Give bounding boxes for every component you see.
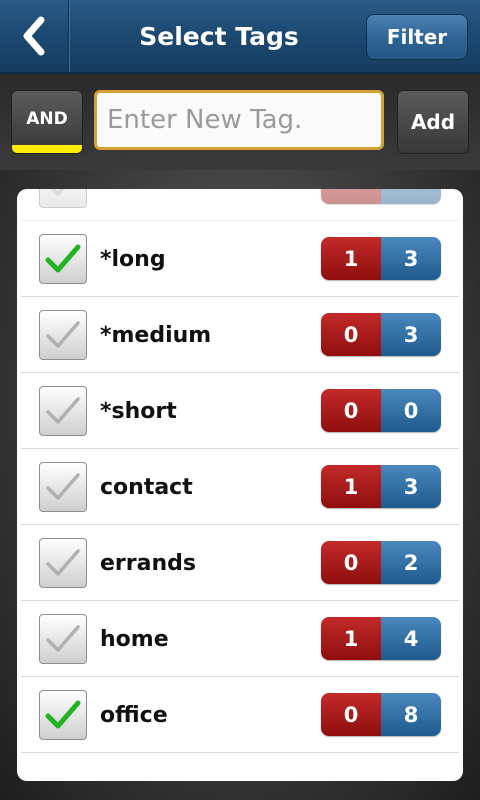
- tag-row[interactable]: [21, 189, 459, 221]
- filter-button[interactable]: Filter: [366, 14, 468, 60]
- tag-count-red: [321, 189, 381, 204]
- tag-count-blue: 3: [381, 465, 441, 508]
- tag-count-badge: 13: [321, 465, 441, 508]
- tag-count-blue: 4: [381, 617, 441, 660]
- checkmark-icon: [46, 473, 80, 500]
- tag-row[interactable]: contact 1 3: [21, 449, 459, 525]
- chevron-left-icon: [23, 16, 45, 56]
- checkmark-icon: [46, 549, 80, 576]
- tag-count-badge: 02: [321, 541, 441, 584]
- tag-row[interactable]: *long 1 3: [21, 221, 459, 297]
- tag-count-red: 0: [321, 693, 381, 736]
- tag-count-blue: 8: [381, 693, 441, 736]
- checkmark-icon: [46, 321, 80, 348]
- tag-count-red: 1: [321, 617, 381, 660]
- tag-count-badge: 08: [321, 693, 441, 736]
- tag-label: *medium: [100, 322, 212, 348]
- add-tag-button[interactable]: Add: [397, 90, 469, 154]
- and-active-indicator: [12, 145, 82, 153]
- checkmark-icon: [46, 397, 80, 424]
- back-button[interactable]: [0, 0, 69, 72]
- tag-label: *long: [100, 246, 166, 272]
- tag-checkbox[interactable]: [39, 462, 87, 512]
- tag-label: errands: [100, 550, 196, 576]
- tag-checkbox[interactable]: [39, 538, 87, 588]
- title-bar: Select Tags Filter: [0, 0, 480, 74]
- tag-row[interactable]: *short 0 0: [21, 373, 459, 449]
- tag-count-red: 1: [321, 237, 381, 280]
- tag-checkbox[interactable]: [39, 189, 87, 208]
- tag-count-blue: 2: [381, 541, 441, 584]
- tag-checkbox[interactable]: [39, 690, 87, 740]
- checkmark-icon: [45, 244, 81, 273]
- tag-checkbox[interactable]: [39, 310, 87, 360]
- tag-list-panel[interactable]: *long 1 3 *medium 0 3 *short 0 0 contact 1 3 errands…: [17, 189, 463, 781]
- tag-count-blue: [381, 189, 441, 204]
- tag-row[interactable]: errands 0 2: [21, 525, 459, 601]
- tag-count-blue: 3: [381, 313, 441, 356]
- tag-row[interactable]: home 1 4: [21, 601, 459, 677]
- tag-count-red: 1: [321, 465, 381, 508]
- page-title: Select Tags: [139, 21, 299, 51]
- tag-toolbar: AND Add: [0, 74, 480, 170]
- tag-count-red: 0: [321, 541, 381, 584]
- tag-label: *short: [100, 398, 177, 424]
- tag-checkbox[interactable]: [39, 614, 87, 664]
- tag-count-badge: 00: [321, 389, 441, 432]
- checkmark-icon: [45, 700, 81, 729]
- tag-checkbox[interactable]: [39, 386, 87, 436]
- tag-checkbox[interactable]: [39, 234, 87, 284]
- tag-count-badge: 03: [321, 313, 441, 356]
- checkmark-icon: [50, 189, 65, 196]
- new-tag-input[interactable]: [94, 90, 384, 150]
- tag-label: contact: [100, 474, 193, 500]
- tag-count-badge: 13: [321, 237, 441, 280]
- tag-count-blue: 0: [381, 389, 441, 432]
- tag-row[interactable]: *medium 0 3: [21, 297, 459, 373]
- tag-label: home: [100, 626, 169, 652]
- tag-list: *long 1 3 *medium 0 3 *short 0 0 contact 1 3 errands…: [17, 189, 463, 753]
- tag-count-badge: [321, 189, 441, 204]
- tag-count-red: 0: [321, 313, 381, 356]
- tag-count-blue: 3: [381, 237, 441, 280]
- and-label: AND: [26, 109, 68, 129]
- tag-count-badge: 14: [321, 617, 441, 660]
- and-toggle-button[interactable]: AND: [11, 90, 83, 154]
- tag-label: office: [100, 702, 168, 728]
- checkmark-icon: [46, 625, 80, 652]
- tag-row[interactable]: office 0 8: [21, 677, 459, 753]
- tag-count-red: 0: [321, 389, 381, 432]
